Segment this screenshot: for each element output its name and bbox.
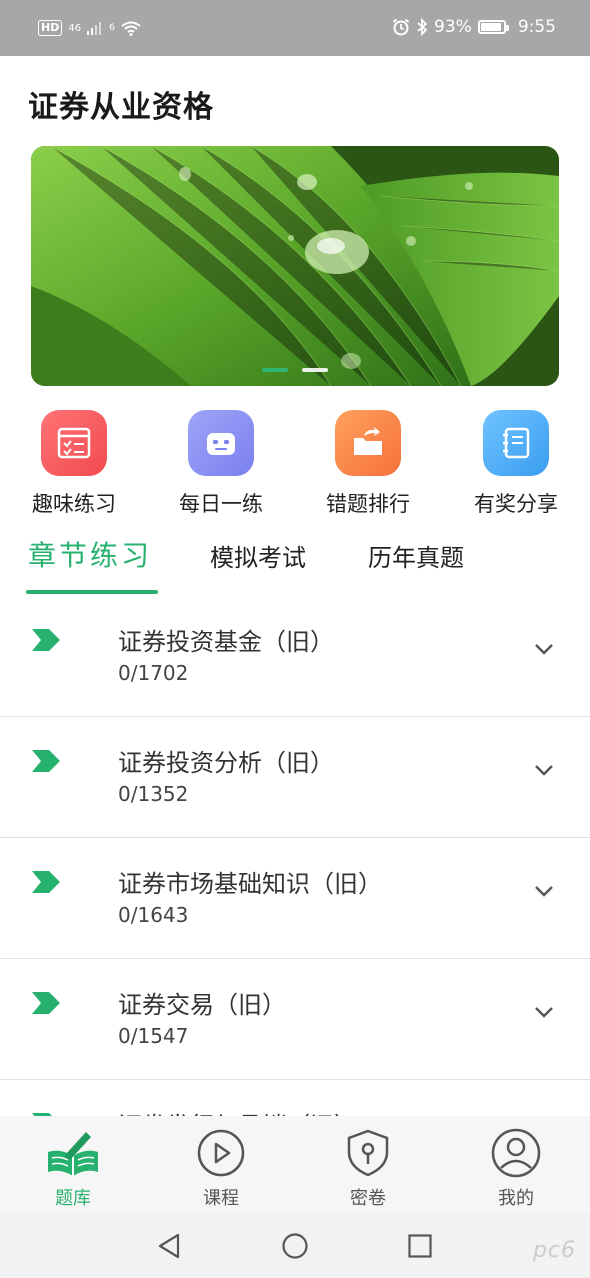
chevron-down-icon[interactable]: [534, 1005, 554, 1019]
alarm-icon: [392, 18, 410, 36]
watermark: pc6: [532, 1238, 576, 1263]
chapter-title: 证券市场基础知识（旧）: [118, 870, 382, 898]
chapter-progress: 0/1643: [118, 903, 189, 927]
recents-icon[interactable]: [407, 1233, 433, 1259]
nav-label: 我的: [498, 1188, 534, 1209]
arrow-tag-icon: [32, 871, 60, 893]
chevron-down-icon[interactable]: [534, 884, 554, 898]
checklist-icon: [41, 410, 107, 476]
status-bar: HD 46 6 93% 9:55: [0, 0, 590, 56]
banner-image: [31, 146, 559, 386]
book-pen-icon: [48, 1132, 98, 1176]
chevron-down-icon[interactable]: [534, 642, 554, 656]
user-circle-icon: [491, 1128, 541, 1178]
arrow-tag-icon: [32, 992, 60, 1014]
status-left: HD 46 6: [38, 20, 141, 36]
nav-profile[interactable]: 我的: [471, 1128, 561, 1210]
quick-item-label: 有奖分享: [474, 492, 558, 516]
quick-item-wrong-ranking[interactable]: 错题排行: [308, 410, 428, 518]
nav-question-bank[interactable]: 题库: [28, 1128, 118, 1210]
quick-item-label: 趣味练习: [32, 492, 116, 516]
chapter-title: 证券发行与承销（旧）: [118, 1106, 358, 1116]
tab-chapter-practice[interactable]: 章节练习: [28, 534, 152, 574]
nav-label: 课程: [203, 1188, 239, 1209]
tab-mock-exam[interactable]: 模拟考试: [210, 538, 306, 573]
chevron-down-icon[interactable]: [534, 763, 554, 777]
tab-active-indicator: [26, 590, 158, 594]
shield-lock-icon: [347, 1129, 389, 1177]
quick-item-daily-practice[interactable]: 每日一练: [161, 410, 281, 518]
nav-label: 密卷: [350, 1188, 386, 1209]
clock: 9:55: [517, 17, 556, 37]
arrow-tag-icon: [32, 629, 60, 651]
chapter-progress: 0/1702: [118, 661, 189, 685]
system-nav-bar: [0, 1212, 590, 1278]
arrow-tag-icon: [32, 750, 60, 772]
banner-dot-2[interactable]: [302, 368, 328, 372]
nav-label: 题库: [55, 1188, 91, 1209]
chapter-progress: 0/1352: [118, 782, 189, 806]
notebook-icon: [483, 410, 549, 476]
nav-secret-papers[interactable]: 密卷: [323, 1128, 413, 1210]
page-title: 证券从业资格: [28, 90, 214, 125]
banner-dot-1[interactable]: [262, 368, 288, 372]
folder-share-icon: [335, 410, 401, 476]
quick-item-label: 错题排行: [326, 492, 410, 516]
network-indicator: 46: [68, 22, 82, 34]
battery-percent: 93%: [434, 17, 472, 37]
status-right: 93% 9:55: [392, 17, 556, 37]
bluetooth-icon: [417, 18, 428, 36]
category-tabs: 章节练习 模拟考试 历年真题: [0, 534, 590, 596]
chapter-progress: 0/1547: [118, 1024, 189, 1048]
nav-courses[interactable]: 课程: [176, 1128, 266, 1210]
hd-badge: HD: [38, 20, 63, 36]
quick-item-share-reward[interactable]: 有奖分享: [456, 410, 576, 518]
quick-item-fun-practice[interactable]: 趣味练习: [14, 410, 134, 518]
robot-face-icon: [188, 410, 254, 476]
battery-icon: [477, 20, 509, 34]
list-item[interactable]: 证券交易（旧） 0/1547: [0, 959, 590, 1080]
wifi-sub-label: 6: [109, 23, 115, 33]
chapter-list: 证券投资基金（旧） 0/1702 证券投资分析（旧） 0/1352 证券市场基础…: [0, 596, 590, 1116]
list-item[interactable]: 证券市场基础知识（旧） 0/1643: [0, 838, 590, 959]
chapter-title: 证券投资分析（旧）: [118, 749, 334, 777]
quick-item-label: 每日一练: [179, 492, 263, 516]
signal-icon: [87, 22, 102, 35]
list-item[interactable]: 证券投资基金（旧） 0/1702: [0, 596, 590, 717]
wifi-icon: [121, 21, 141, 36]
chapter-title: 证券交易（旧）: [118, 991, 286, 1019]
chapter-title: 证券投资基金（旧）: [118, 628, 334, 656]
quick-menu: 趣味练习 每日一练 错题排行 有奖分享: [0, 410, 590, 520]
banner-carousel[interactable]: [31, 146, 559, 386]
tab-past-exams[interactable]: 历年真题: [368, 538, 464, 573]
list-item[interactable]: 证券发行与承销（旧）: [0, 1080, 590, 1116]
play-circle-icon: [197, 1129, 245, 1177]
home-icon[interactable]: [281, 1232, 309, 1260]
banner-indicator: [262, 368, 328, 372]
list-item[interactable]: 证券投资分析（旧） 0/1352: [0, 717, 590, 838]
bottom-nav: 题库 课程 密卷 我的: [0, 1116, 590, 1212]
back-icon[interactable]: [156, 1232, 182, 1260]
